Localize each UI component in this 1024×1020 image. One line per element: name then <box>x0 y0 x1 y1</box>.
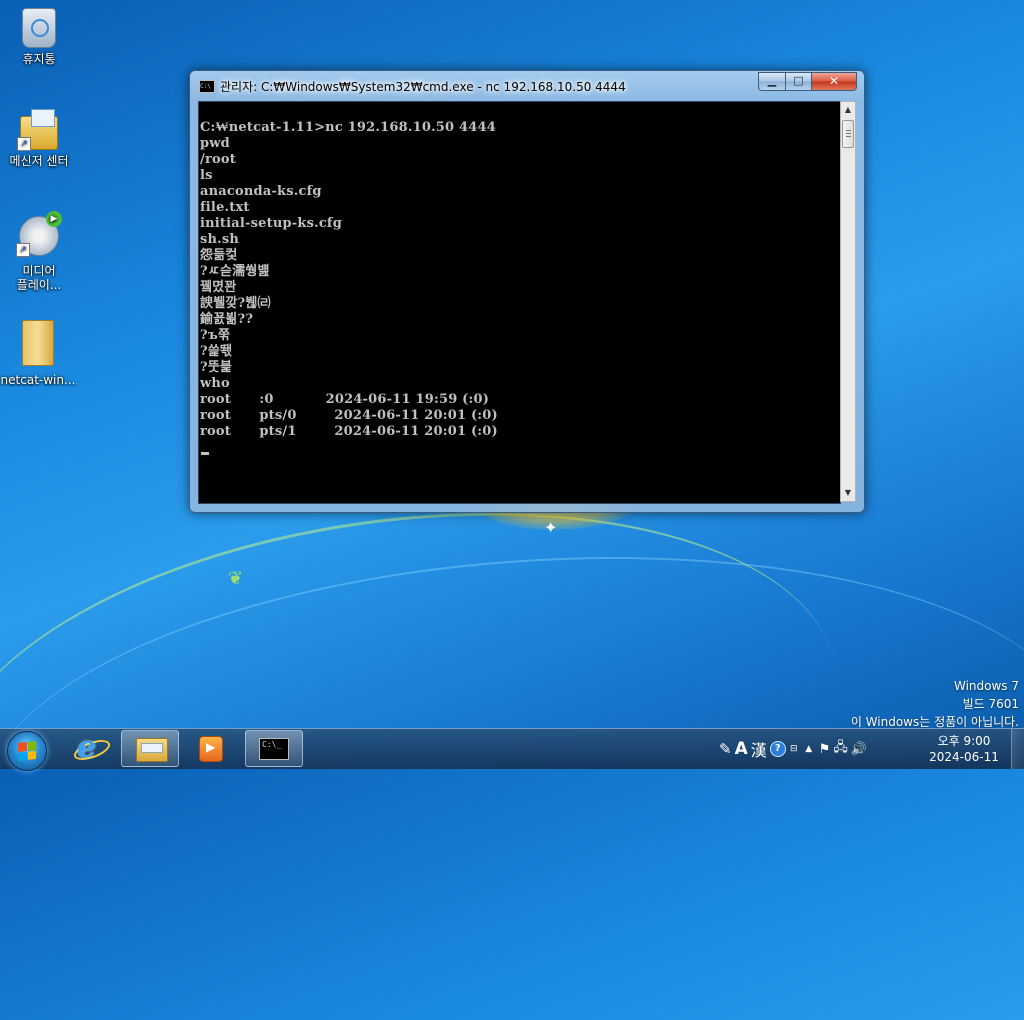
console-output[interactable]: C:₩netcat-1.11>nc 192.168.10.50 4444 pwd… <box>198 101 841 504</box>
ie-icon: e <box>77 730 97 765</box>
console-line: who <box>200 376 230 391</box>
scroll-thumb[interactable] <box>842 120 854 148</box>
console-line: ls <box>200 168 213 183</box>
desktop-icon-netcat-folder[interactable]: netcat-win... <box>0 320 76 387</box>
window-titlebar[interactable]: C:\ 관리자: C:₩Windows₩System32₩cmd.exe - n… <box>190 71 864 101</box>
console-line: 諛뷀깢?붾㈃ <box>200 296 271 311</box>
taskbar-windows-explorer[interactable] <box>121 730 179 767</box>
desktop-icon-label: 휴지통 <box>22 52 56 66</box>
messenger-icon: ↗ <box>17 109 58 151</box>
windows-logo-icon <box>18 741 36 761</box>
window-controls: ▁ □ ✕ <box>758 72 857 91</box>
close-button[interactable]: ✕ <box>812 72 857 91</box>
grip-line <box>846 133 851 134</box>
help-icon[interactable]: ? <box>769 741 786 757</box>
console-line: 뀈몄꽌 <box>200 280 237 295</box>
ime-mode-indicator[interactable]: A <box>735 739 748 759</box>
show-desktop-button[interactable] <box>1011 729 1024 769</box>
system-tray: ✎ A 漢 ? ⊟ ▲ ⚑ 🖧 🔊 <box>719 737 867 761</box>
console-line: pwd <box>200 136 230 151</box>
desktop-icon-recycle-bin[interactable]: 휴지통 <box>1 8 77 66</box>
clock-date: 2024-06-11 <box>929 750 999 764</box>
taskbar: e C:\_ ✎ A 漢 ? ⊟ ▲ ⚑ 🖧 🔊 오후 9:00 2024-06… <box>0 728 1024 771</box>
wallpaper-sparkle-icon: ✦ <box>544 518 558 537</box>
taskbar-internet-explorer[interactable]: e <box>61 730 119 767</box>
watermark-os-name: Windows 7 <box>953 679 1019 693</box>
desktop-icon-label: 메신저 센터 <box>9 154 69 168</box>
console-line: sh.sh <box>200 232 240 247</box>
grip-line <box>846 136 851 137</box>
language-bar-options-icon[interactable]: ⊟ <box>789 744 799 754</box>
media-player-icon: ↗ <box>16 211 62 257</box>
console-line: ?뚯븙 <box>200 360 233 375</box>
windows-watermark: Windows 7 빌드 7601 이 Windows는 정품이 아닙니다. <box>851 677 1019 731</box>
console-line: initial-setup-ks.cfg <box>200 216 343 231</box>
cmd-icon[interactable]: C:\ <box>199 80 215 93</box>
folder-icon <box>136 738 168 762</box>
console-line: ?ъ쭊 <box>200 328 231 343</box>
scroll-up-arrow-icon[interactable]: ▲ <box>841 102 855 118</box>
folder-icon <box>22 320 54 366</box>
console-line: file.txt <box>200 200 250 215</box>
language-bar-icon[interactable]: ✎ <box>719 740 732 758</box>
show-hidden-icons-icon[interactable]: ▲ <box>802 744 816 754</box>
taskbar-command-prompt[interactable]: C:\_ <box>245 730 303 767</box>
console-lines: C:₩netcat-1.11>nc 192.168.10.50 4444 pwd… <box>200 120 498 440</box>
cmd-window[interactable]: C:\ 관리자: C:₩Windows₩System32₩cmd.exe - n… <box>189 70 865 513</box>
shortcut-arrow-icon: ↗ <box>16 243 30 257</box>
wallpaper-leaf-icon: ❦ <box>228 568 244 589</box>
console-line: root :0 2024-06-11 19:59 (:0) <box>200 392 490 407</box>
scroll-down-arrow-icon[interactable]: ▼ <box>841 485 855 501</box>
desktop-icon-label: netcat-win... <box>0 373 76 387</box>
console-line: ?쓽뙋 <box>200 344 233 359</box>
network-icon[interactable]: 🖧 <box>833 738 848 760</box>
media-player-icon <box>199 736 223 762</box>
desktop-icon-media-player[interactable]: ↗ 미디어 플레이... <box>1 211 77 292</box>
window-title: 관리자: C:₩Windows₩System32₩cmd.exe - nc 19… <box>220 80 626 94</box>
console-line: 鍮꾨뵒?? <box>200 312 254 327</box>
console-line: C:₩netcat-1.11>nc 192.168.10.50 4444 <box>200 120 496 135</box>
recycle-bin-icon <box>22 8 56 48</box>
grip-line <box>846 130 851 131</box>
volume-icon[interactable]: 🔊 <box>851 742 867 757</box>
start-button[interactable] <box>7 731 47 771</box>
taskbar-clock[interactable]: 오후 9:00 2024-06-11 <box>924 733 1004 765</box>
maximize-button[interactable]: □ <box>786 72 812 91</box>
vertical-scrollbar[interactable]: ▲ ▼ <box>840 101 856 502</box>
shortcut-arrow-icon: ↗ <box>17 137 31 151</box>
console-line: anaconda-ks.cfg <box>200 184 322 199</box>
console-line: root pts/1 2024-06-11 20:01 (:0) <box>200 424 498 439</box>
cmd-icon: C:\_ <box>259 738 289 760</box>
watermark-build: 빌드 7601 <box>962 697 1019 711</box>
console-line: root pts/0 2024-06-11 20:01 (:0) <box>200 408 498 423</box>
clock-time: 오후 9:00 <box>937 734 991 748</box>
desktop-icon-label-line2: 플레이... <box>16 278 62 292</box>
taskbar-media-player[interactable] <box>181 730 239 767</box>
console-line: /root <box>200 152 236 167</box>
desktop-icon-messenger-center[interactable]: ↗ 메신저 센터 <box>1 109 77 168</box>
ime-hanja-indicator[interactable]: 漢 <box>751 737 767 761</box>
console-line: 怨듦컻 <box>200 248 238 263</box>
text-cursor <box>201 452 209 455</box>
minimize-button[interactable]: ▁ <box>758 72 786 91</box>
console-line: ?ㅼ슫濡쒕뱶 <box>200 264 270 279</box>
action-center-flag-icon[interactable]: ⚑ <box>819 742 831 757</box>
desktop-icon-label-line1: 미디어 <box>22 264 56 278</box>
